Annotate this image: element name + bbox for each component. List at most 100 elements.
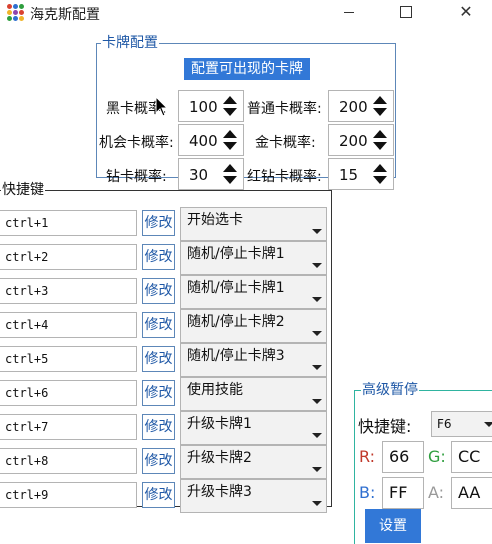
window-title: 海克斯配置	[30, 7, 100, 23]
spin-up-icon[interactable]	[223, 164, 237, 172]
shortcut-row: ctrl+7 修改 升级卡牌1	[0, 411, 329, 445]
shortcut-key-field[interactable]: ctrl+4	[0, 312, 137, 338]
pause-hotkey-select[interactable]: F6	[431, 411, 492, 437]
spin-up-icon[interactable]	[373, 96, 387, 104]
shortcut-group-title: 快捷键	[2, 182, 44, 198]
edit-button[interactable]: 修改	[142, 346, 175, 372]
spin-down-icon[interactable]	[373, 142, 387, 150]
edit-button[interactable]: 修改	[142, 278, 175, 304]
rate-spinner-gold[interactable]: 200	[328, 124, 394, 156]
shortcut-key-field[interactable]: ctrl+3	[0, 278, 137, 304]
chevron-down-icon	[312, 501, 322, 506]
a-input[interactable]: AA	[451, 477, 492, 509]
action-select[interactable]: 升级卡牌2	[180, 445, 327, 479]
spin-down-icon[interactable]	[373, 108, 387, 116]
shortcut-key-field[interactable]: ctrl+1	[0, 210, 137, 236]
rate-spinner-normal[interactable]: 200	[328, 90, 394, 122]
edit-button[interactable]: 修改	[142, 380, 175, 406]
action-select[interactable]: 升级卡牌3	[180, 479, 327, 513]
edit-button[interactable]: 修改	[142, 210, 175, 236]
rate-value-normal: 200	[339, 98, 368, 116]
spin-up-icon[interactable]	[223, 96, 237, 104]
edit-button[interactable]: 修改	[142, 482, 175, 508]
shortcut-row: ctrl+2 修改 随机/停止卡牌1	[0, 241, 329, 275]
rate-value-chance: 400	[189, 132, 218, 150]
action-select-value: 升级卡牌1	[187, 416, 252, 432]
shortcut-row: ctrl+3 修改 随机/停止卡牌1	[0, 275, 329, 309]
action-select-value: 随机/停止卡牌3	[187, 348, 285, 364]
spin-down-icon[interactable]	[373, 176, 387, 184]
shortcut-key-field[interactable]: ctrl+8	[0, 448, 137, 474]
title-bar: 海克斯配置 ✕	[0, 0, 492, 26]
rate-spinner-black[interactable]: 100	[178, 90, 244, 122]
app-icon	[6, 3, 24, 21]
g-input[interactable]: CC	[451, 441, 492, 473]
spin-down-icon[interactable]	[223, 142, 237, 150]
action-select[interactable]: 升级卡牌1	[180, 411, 327, 445]
rate-value-black: 100	[189, 98, 218, 116]
shortcut-row: ctrl+6 修改 使用技能	[0, 377, 329, 411]
maximize-icon	[400, 6, 412, 18]
rate-label-chance: 机会卡概率:	[99, 135, 174, 151]
b-label: B:	[359, 483, 376, 502]
shortcut-row: ctrl+4 修改 随机/停止卡牌2	[0, 309, 329, 343]
b-input[interactable]: FF	[382, 477, 424, 509]
rate-value-diamond: 30	[189, 166, 209, 184]
shortcut-row: ctrl+8 修改 升级卡牌2	[0, 445, 329, 479]
minimize-button[interactable]	[326, 0, 372, 26]
action-select-value: 使用技能	[187, 382, 243, 398]
edit-button[interactable]: 修改	[142, 244, 175, 270]
edit-button[interactable]: 修改	[142, 414, 175, 440]
chevron-down-icon	[484, 422, 492, 427]
rate-label-gold: 金卡概率:	[255, 135, 316, 151]
edit-button[interactable]: 修改	[142, 312, 175, 338]
card-config-title: 卡牌配置	[102, 35, 158, 51]
rate-spinner-chance[interactable]: 400	[178, 124, 244, 156]
action-select-value: 开始选卡	[187, 212, 243, 228]
rate-value-gold: 200	[339, 132, 368, 150]
spin-up-icon[interactable]	[223, 130, 237, 138]
edit-button[interactable]: 修改	[142, 448, 175, 474]
pause-hotkey-value: F6	[437, 417, 452, 431]
chevron-down-icon	[312, 229, 322, 234]
chevron-down-icon	[312, 399, 322, 404]
shortcut-group: 快捷键 ctrl+1 修改 开始选卡 ctrl+2 修改 随机/停止卡牌1 ct…	[0, 182, 332, 513]
spin-up-icon[interactable]	[373, 164, 387, 172]
close-icon: ✕	[459, 2, 473, 21]
action-select[interactable]: 随机/停止卡牌1	[180, 241, 327, 275]
shortcut-key-field[interactable]: ctrl+6	[0, 380, 137, 406]
spin-down-icon[interactable]	[223, 108, 237, 116]
shortcut-row: ctrl+9 修改 升级卡牌3	[0, 479, 329, 513]
chevron-down-icon	[312, 263, 322, 268]
shortcut-key-field[interactable]: ctrl+2	[0, 244, 137, 270]
action-select[interactable]: 随机/停止卡牌3	[180, 343, 327, 377]
r-input[interactable]: 66	[382, 441, 424, 473]
action-select-value: 升级卡牌2	[187, 450, 252, 466]
action-select[interactable]: 随机/停止卡牌1	[180, 275, 327, 309]
rate-label-normal: 普通卡概率:	[247, 101, 322, 117]
shortcut-row: ctrl+1 修改 开始选卡	[0, 207, 329, 241]
spin-up-icon[interactable]	[373, 130, 387, 138]
action-select-value: 随机/停止卡牌1	[187, 246, 285, 262]
action-select[interactable]: 使用技能	[180, 377, 327, 411]
rate-spinner-red-diamond[interactable]: 15	[328, 158, 394, 190]
action-select-value: 随机/停止卡牌1	[187, 280, 285, 296]
chevron-down-icon	[312, 365, 322, 370]
maximize-button[interactable]	[383, 0, 429, 26]
a-label: A:	[428, 483, 445, 502]
advanced-pause-group: 高级暂停 快捷键: F6 R: 66 G: CC B: FF A: AA 设置	[354, 383, 492, 544]
chevron-down-icon	[312, 297, 322, 302]
card-config-group: 卡牌配置 配置可出现的卡牌 黑卡概率: 100 普通卡概率: 200 机会卡概率…	[96, 35, 396, 190]
action-select[interactable]: 随机/停止卡牌2	[180, 309, 327, 343]
chevron-down-icon	[312, 467, 322, 472]
shortcut-key-field[interactable]: ctrl+5	[0, 346, 137, 372]
r-label: R:	[359, 447, 376, 466]
advanced-pause-title: 高级暂停	[362, 382, 418, 398]
action-select-value: 随机/停止卡牌2	[187, 314, 285, 330]
chevron-down-icon	[312, 433, 322, 438]
shortcut-key-field[interactable]: ctrl+7	[0, 414, 137, 440]
close-button[interactable]: ✕	[443, 0, 489, 26]
action-select[interactable]: 开始选卡	[180, 207, 327, 241]
shortcut-key-field[interactable]: ctrl+9	[0, 482, 137, 508]
set-button[interactable]: 设置	[365, 509, 421, 543]
